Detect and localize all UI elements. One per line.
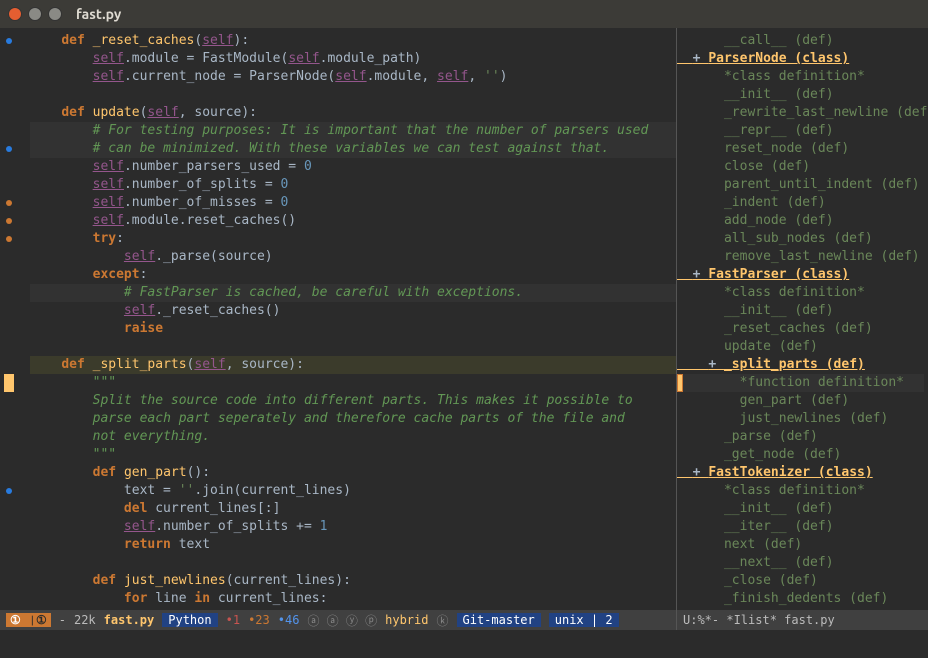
status-bar: ① ❘① - 22k fast.py Python •1 •23 •46 ⓐ ⓐ… xyxy=(0,610,928,630)
minimize-icon[interactable] xyxy=(28,7,42,21)
editor-area: def _reset_caches(self): self.module = F… xyxy=(0,28,928,610)
status-right: U:%*- *Ilist* fast.py xyxy=(676,610,928,630)
status-right-text: U:%*- *Ilist* fast.py xyxy=(683,613,835,627)
outline-item[interactable]: + ParserNode (class) xyxy=(677,50,924,68)
status-minor-modes-b: ⓚ xyxy=(436,612,448,629)
status-encoding: unix | 2 xyxy=(549,613,619,627)
outline-item[interactable]: + FastTokenizer (class) xyxy=(677,464,924,482)
outline-item[interactable]: _get_prefix (def) xyxy=(677,608,924,610)
outline-item[interactable]: __next__ (def) xyxy=(677,554,924,572)
outline-item[interactable]: __repr__ (def) xyxy=(677,122,924,140)
outline-item[interactable]: __init__ (def) xyxy=(677,86,924,104)
outline-item[interactable]: parent_until_indent (def) xyxy=(677,176,924,194)
window-title: fast.py xyxy=(76,6,121,22)
outline-item[interactable]: just_newlines (def) xyxy=(677,410,924,428)
window-titlebar: fast.py xyxy=(0,0,928,28)
outline-item[interactable]: _reset_caches (def) xyxy=(677,320,924,338)
status-warnings: •23 xyxy=(248,613,270,627)
outline-item[interactable]: __iter__ (def) xyxy=(677,518,924,536)
outline-item[interactable]: _close (def) xyxy=(677,572,924,590)
outline-item[interactable]: add_node (def) xyxy=(677,212,924,230)
gutter xyxy=(0,28,18,610)
status-hybrid: hybrid xyxy=(385,613,428,627)
outline-item[interactable]: *class definition* xyxy=(677,284,924,302)
outline-item[interactable]: gen_part (def) xyxy=(677,392,924,410)
status-vc: Git-master xyxy=(457,613,541,627)
minibuffer[interactable] xyxy=(0,630,928,658)
outline-item[interactable]: *function definition* xyxy=(677,374,924,392)
outline-item[interactable]: __call__ (def) xyxy=(677,32,924,50)
outline-item[interactable]: __init__ (def) xyxy=(677,500,924,518)
outline-item[interactable]: _rewrite_last_newline (def) xyxy=(677,104,924,122)
status-major-mode: Python xyxy=(162,613,217,627)
outline-item[interactable]: + _split_parts (def) xyxy=(677,356,924,374)
outline-item[interactable]: close (def) xyxy=(677,158,924,176)
status-badge-2: ❘① xyxy=(25,613,51,627)
status-errors: •1 xyxy=(226,613,240,627)
outline-item[interactable]: + FastParser (class) xyxy=(677,266,924,284)
code-pane[interactable]: def _reset_caches(self): self.module = F… xyxy=(0,28,676,610)
status-info: •46 xyxy=(278,613,300,627)
outline-item[interactable]: __init__ (def) xyxy=(677,302,924,320)
close-icon[interactable] xyxy=(8,7,22,21)
outline-item[interactable]: _get_node (def) xyxy=(677,446,924,464)
outline-item[interactable]: *class definition* xyxy=(677,482,924,500)
outline-item[interactable]: reset_node (def) xyxy=(677,140,924,158)
outline-item[interactable]: all_sub_nodes (def) xyxy=(677,230,924,248)
outline-item[interactable]: _finish_dedents (def) xyxy=(677,590,924,608)
outline-item[interactable]: remove_last_newline (def) xyxy=(677,248,924,266)
status-left: ① ❘① - 22k fast.py Python •1 •23 •46 ⓐ ⓐ… xyxy=(0,610,676,630)
outline-pane[interactable]: __call__ (def) + ParserNode (class) *cla… xyxy=(676,28,928,610)
status-badge-1: ① xyxy=(6,613,25,627)
code-buffer[interactable]: def _reset_caches(self): self.module = F… xyxy=(18,28,676,610)
outline-item[interactable]: _parse (def) xyxy=(677,428,924,446)
outline-item[interactable]: *class definition* xyxy=(677,68,924,86)
outline-item[interactable]: next (def) xyxy=(677,536,924,554)
outline-item[interactable]: update (def) xyxy=(677,338,924,356)
maximize-icon[interactable] xyxy=(48,7,62,21)
outline-item[interactable]: _indent (def) xyxy=(677,194,924,212)
status-minor-modes-a: ⓐ ⓐ ⓨ ⓟ xyxy=(307,612,377,629)
status-dash: - xyxy=(59,613,66,627)
status-size: 22k xyxy=(74,613,96,627)
status-file: fast.py xyxy=(104,613,155,627)
